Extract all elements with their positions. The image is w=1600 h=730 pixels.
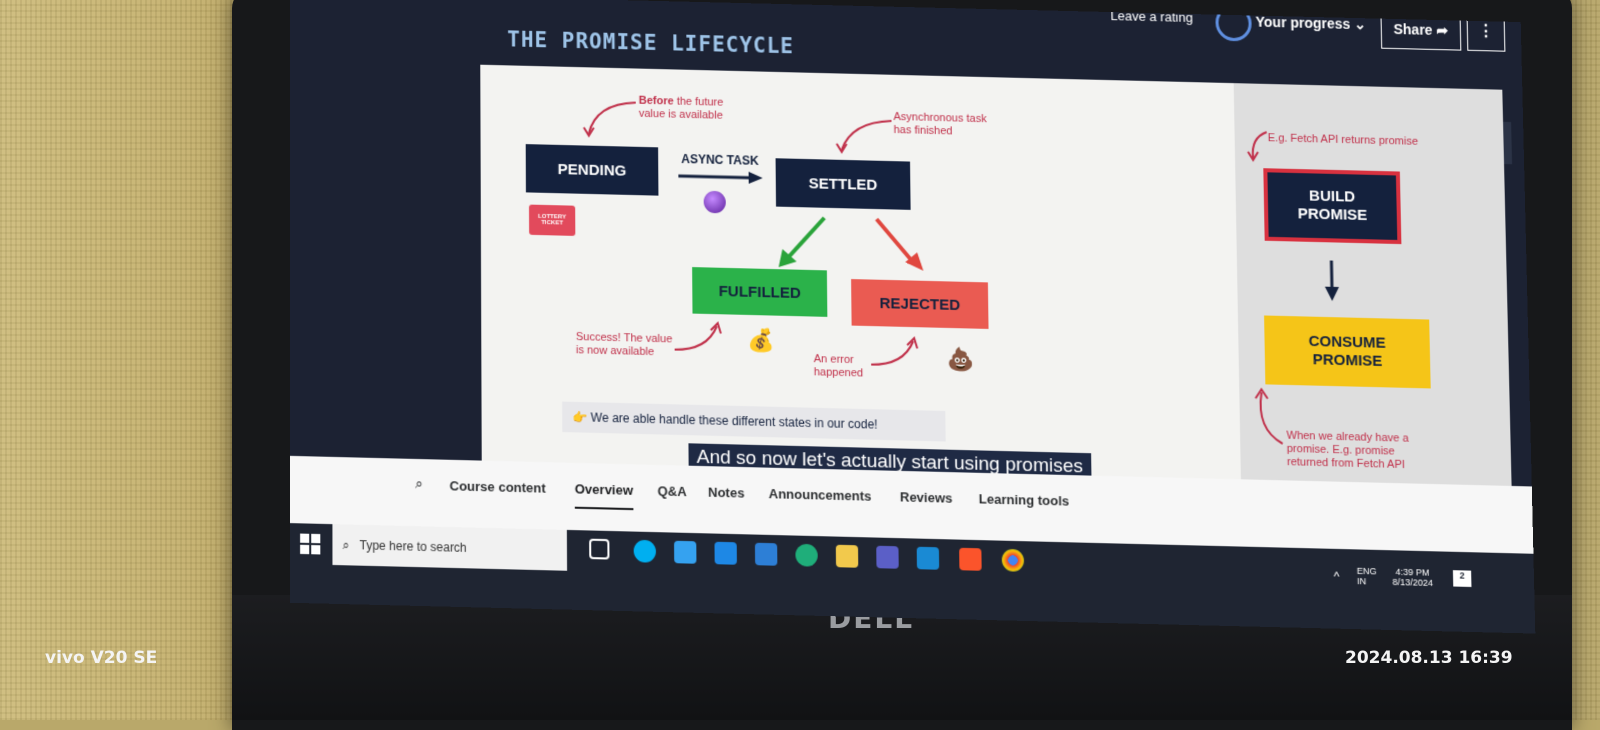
taskbar-search-placeholder: Type here to search	[359, 538, 467, 556]
laptop-screen: THE PROMISE LIFECYCLE Leave a rating You…	[290, 0, 1536, 634]
annotation-success: Success! The value is now available	[575, 330, 673, 359]
curved-arrow-icon	[1242, 127, 1273, 164]
task-view-icon[interactable]	[589, 538, 610, 560]
notification-icon[interactable]: 2	[1452, 570, 1472, 587]
skype-icon[interactable]	[633, 539, 657, 563]
tray-chevron-up-icon[interactable]: ^	[1334, 569, 1340, 583]
camera-timestamp: 2024.08.13 16:39	[1345, 648, 1513, 668]
tab-learning-tools[interactable]: Learning tools	[979, 491, 1070, 509]
tab-overview[interactable]: Overview	[574, 481, 634, 511]
clock[interactable]: 4:39 PM 8/13/2024	[1392, 567, 1433, 588]
build-promise-box: BUILD PROMISE	[1263, 168, 1402, 245]
lecture-slide: Before the future value is available PEN…	[480, 64, 1512, 495]
curved-arrow-icon	[581, 97, 641, 139]
app-icon[interactable]	[754, 542, 778, 566]
tab-notes[interactable]: Notes	[708, 484, 745, 500]
tab-qa[interactable]: Q&A	[657, 483, 686, 499]
money-bag-icon: 💰	[746, 327, 775, 354]
tab-course-content[interactable]: Course content	[449, 478, 545, 496]
consume-promise-box: CONSUME PROMISE	[1264, 315, 1431, 389]
curved-arrow-icon	[831, 115, 896, 155]
chrome-icon[interactable]	[1001, 548, 1025, 572]
fulfilled-box: FULFILLED	[692, 267, 828, 317]
share-arrow-icon: ➦	[1436, 21, 1449, 38]
edge-icon[interactable]	[795, 543, 818, 567]
right-arrow-icon	[676, 168, 763, 185]
annotation-before: Before the future value is available	[638, 94, 724, 122]
pending-box: PENDING	[525, 144, 659, 196]
windows-start-icon[interactable]	[300, 533, 321, 555]
settled-box: SETTLED	[775, 158, 911, 210]
slide-title: THE PROMISE LIFECYCLE	[507, 27, 795, 59]
red-down-right-arrow-icon	[870, 213, 924, 271]
slide-footer-note: 👉 We are able handle these different sta…	[562, 401, 946, 442]
search-icon: ⌕	[342, 537, 350, 552]
annotation-async-finished: Asynchronous task has finished	[893, 110, 987, 138]
crystal-ball-icon	[703, 190, 726, 214]
search-icon[interactable]: ⌕	[415, 475, 423, 493]
async-task-label: ASYNC TASK	[681, 151, 759, 168]
annotation-consume: When we already have a promise. E.g. pro…	[1286, 429, 1409, 472]
tab-reviews[interactable]: Reviews	[900, 489, 953, 506]
tab-announcements[interactable]: Announcements	[769, 486, 872, 504]
mail-icon[interactable]	[714, 541, 737, 565]
green-down-left-arrow-icon	[772, 211, 833, 273]
down-arrow-icon	[1324, 258, 1340, 302]
camera-label: vivo V20 SE	[45, 648, 158, 668]
share-label: Share	[1393, 20, 1433, 38]
video-player[interactable]: THE PROMISE LIFECYCLE Leave a rating You…	[290, 0, 1532, 495]
curved-arrow-icon	[672, 319, 723, 355]
vscode-icon[interactable]	[916, 546, 940, 570]
teams-icon[interactable]	[876, 545, 899, 569]
chevron-down-icon: ⌄	[1354, 15, 1367, 33]
language-indicator[interactable]: ENG IN	[1357, 566, 1377, 587]
poop-icon: 💩	[946, 346, 975, 373]
store-icon[interactable]	[674, 540, 697, 564]
taskbar-search-input[interactable]: ⌕ Type here to search	[332, 524, 568, 571]
lottery-ticket-icon: LOTTERY TICKET	[528, 204, 576, 236]
brave-icon[interactable]	[959, 547, 982, 571]
rejected-box: REJECTED	[851, 279, 989, 329]
curved-arrow-icon	[869, 334, 920, 370]
file-explorer-icon[interactable]	[835, 544, 859, 568]
curved-arrow-icon	[1251, 386, 1288, 448]
pointing-hand-icon: 👉	[572, 409, 591, 425]
